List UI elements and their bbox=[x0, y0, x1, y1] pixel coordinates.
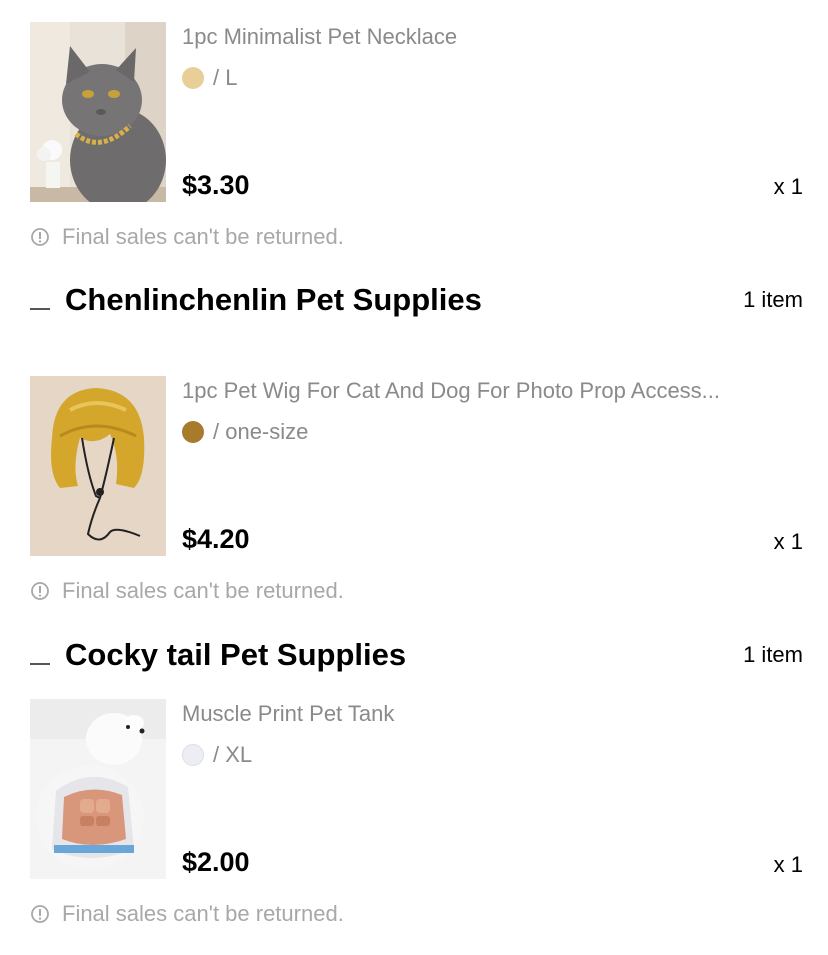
store-header[interactable]: Chenlinchenlin Pet Supplies 1 item bbox=[30, 280, 803, 320]
store-name[interactable]: Chenlinchenlin Pet Supplies bbox=[65, 282, 482, 318]
info-icon bbox=[31, 228, 49, 246]
final-sale-text: Final sales can't be returned. bbox=[62, 578, 344, 603]
store-item-count: 1 item bbox=[743, 287, 803, 312]
product-title[interactable]: 1pc Pet Wig For Cat And Dog For Photo Pr… bbox=[182, 377, 802, 405]
store-item-count: 1 item bbox=[743, 642, 803, 667]
variant-size: / L bbox=[213, 65, 238, 90]
product-title[interactable]: Muscle Print Pet Tank bbox=[182, 700, 802, 728]
color-swatch bbox=[182, 421, 204, 443]
store-header[interactable]: Cocky tail Pet Supplies 1 item bbox=[30, 635, 803, 675]
product-image-wig[interactable] bbox=[30, 376, 166, 556]
final-sale-note: Final sales can't be returned. bbox=[30, 223, 344, 251]
variant-selector[interactable]: / XL bbox=[182, 742, 252, 768]
quantity: x 1 bbox=[773, 174, 803, 199]
product-image-necklace[interactable] bbox=[30, 22, 166, 202]
variant-size: / one-size bbox=[213, 419, 309, 444]
quantity: x 1 bbox=[773, 852, 803, 877]
info-icon bbox=[31, 582, 49, 600]
product-image-tank[interactable] bbox=[30, 699, 166, 879]
quantity: x 1 bbox=[773, 529, 803, 554]
store-logo bbox=[30, 298, 50, 310]
dog-tank-photo bbox=[30, 699, 166, 879]
variant-selector[interactable]: / L bbox=[182, 65, 237, 91]
final-sale-text: Final sales can't be returned. bbox=[62, 224, 344, 249]
info-icon bbox=[31, 905, 49, 923]
pet-wig-photo bbox=[30, 376, 166, 556]
store-logo bbox=[30, 653, 50, 665]
color-swatch bbox=[182, 744, 204, 766]
variant-size: / XL bbox=[213, 742, 253, 767]
product-title[interactable]: 1pc Minimalist Pet Necklace bbox=[182, 23, 802, 51]
product-price: $3.30 bbox=[182, 170, 250, 200]
color-swatch bbox=[182, 67, 204, 89]
final-sale-note: Final sales can't be returned. bbox=[30, 577, 344, 605]
cat-necklace-photo bbox=[30, 22, 166, 202]
variant-selector[interactable]: / one-size bbox=[182, 419, 308, 445]
store-name[interactable]: Cocky tail Pet Supplies bbox=[65, 637, 406, 673]
product-price: $2.00 bbox=[182, 847, 250, 877]
final-sale-text: Final sales can't be returned. bbox=[62, 901, 344, 926]
product-price: $4.20 bbox=[182, 524, 250, 554]
final-sale-note: Final sales can't be returned. bbox=[30, 900, 344, 928]
